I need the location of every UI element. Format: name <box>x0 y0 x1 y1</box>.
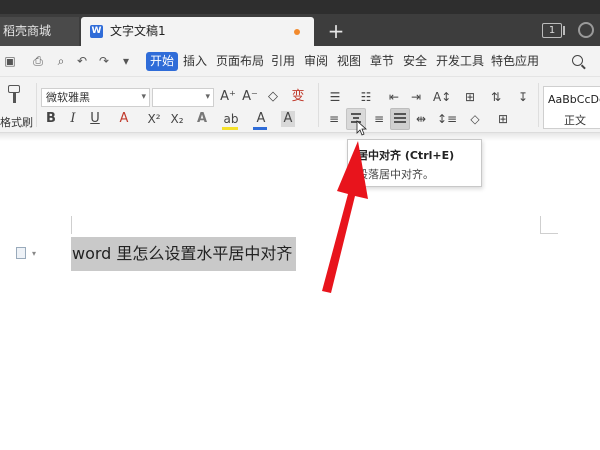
style-sample-text: AaBbCcDc <box>548 93 600 106</box>
document-selected-text[interactable]: word 里怎么设置水平居中对齐 <box>71 237 297 271</box>
justify-icon <box>394 113 406 124</box>
ribbon-shadow <box>0 133 600 141</box>
menu-insert[interactable]: 插入 <box>183 46 207 77</box>
menu-section[interactable]: 章节 <box>370 46 394 77</box>
style-name: 正文 <box>564 114 586 127</box>
character-shading-button[interactable]: A <box>281 111 295 127</box>
menu-home[interactable]: 开始 <box>146 52 178 71</box>
justify-button[interactable] <box>390 108 410 130</box>
group-divider <box>538 83 539 127</box>
menu-page-layout[interactable]: 页面布局 <box>216 46 264 77</box>
shading-icon[interactable]: ◇ <box>466 111 484 127</box>
text-direction-icon[interactable]: A↕ <box>433 89 451 105</box>
font-color-button[interactable]: A <box>254 111 268 127</box>
distributed-align-icon[interactable]: ⇹ <box>414 111 428 127</box>
increase-indent-icon[interactable]: ⇥ <box>409 89 423 105</box>
strikethrough-button[interactable]: A <box>117 111 131 127</box>
chevron-down-icon[interactable]: ▾ <box>32 249 36 258</box>
new-tab-button[interactable]: + <box>326 17 346 46</box>
undo-icon[interactable]: ↶ <box>75 54 89 68</box>
title-bar <box>0 0 600 14</box>
highlight-button[interactable]: ab <box>222 111 240 127</box>
customize-quick-access-icon[interactable]: ▾ <box>119 54 133 68</box>
line-spacing-icon[interactable]: ↕≡ <box>437 111 457 127</box>
style-normal[interactable]: AaBbCcDc 正文 <box>543 86 600 129</box>
group-divider <box>318 83 319 127</box>
tab-document[interactable]: W 文字文稿1 <box>81 17 314 46</box>
grow-font-button[interactable]: A⁺ <box>219 89 237 105</box>
superscript-button[interactable]: X² <box>145 111 163 127</box>
window-count-badge[interactable]: 1 <box>542 23 565 38</box>
align-right-icon[interactable]: ≡ <box>372 111 386 127</box>
chevron-down-icon: ▾ <box>141 92 146 102</box>
group-divider <box>36 83 37 127</box>
account-icon[interactable] <box>578 22 594 38</box>
writer-doc-icon: W <box>90 25 103 38</box>
tab-document-title: 文字文稿1 <box>110 24 166 38</box>
tooltip-title: 居中对齐 (Ctrl+E) <box>357 149 455 162</box>
search-icon <box>572 55 583 66</box>
chevron-down-icon: ▾ <box>205 92 210 102</box>
borders-icon[interactable]: ⊞ <box>494 111 512 127</box>
decrease-indent-icon[interactable]: ⇤ <box>387 89 401 105</box>
format-painter-label[interactable]: 格式刷 <box>0 114 33 130</box>
menu-view[interactable]: 视图 <box>337 46 361 77</box>
wps-writer-window: 稻壳商城 W 文字文稿1 + 1 ▣ ⎙ ⌕ ↶ ↷ ▾ 开始 插入 页面布局 … <box>0 0 600 450</box>
tab-docer-store[interactable]: 稻壳商城 <box>0 17 79 46</box>
subscript-button[interactable]: X₂ <box>168 111 186 127</box>
page-margin-mark <box>71 216 72 234</box>
shrink-font-button[interactable]: A⁻ <box>241 89 259 105</box>
clear-format-button[interactable]: ◇ <box>264 89 282 105</box>
redo-icon[interactable]: ↷ <box>97 54 111 68</box>
save-icon[interactable]: ▣ <box>3 54 17 68</box>
chinese-layout-icon[interactable]: ⊞ <box>463 89 477 105</box>
sort-icon[interactable]: ↧ <box>514 89 532 105</box>
print-preview-icon[interactable]: ⌕ <box>54 54 68 68</box>
menu-special-apps[interactable]: 特色应用 <box>491 46 539 77</box>
align-left-icon[interactable]: ≡ <box>327 111 341 127</box>
search-button[interactable] <box>572 46 585 77</box>
highlight-color-bar <box>222 127 238 130</box>
show-hide-marks-icon[interactable]: ⇅ <box>487 89 505 105</box>
menu-security[interactable]: 安全 <box>403 46 427 77</box>
align-center-tooltip: 居中对齐 (Ctrl+E) 段落居中对齐。 <box>347 139 482 187</box>
font-name-value: 微软雅黑 <box>46 91 90 104</box>
text-effect-button[interactable]: A <box>195 111 209 127</box>
italic-button[interactable]: I <box>66 111 80 127</box>
paragraph-layout-icon[interactable] <box>16 247 26 259</box>
font-name-select[interactable]: 微软雅黑 ▾ <box>41 88 150 107</box>
menu-references[interactable]: 引用 <box>271 46 295 77</box>
numbered-list-icon[interactable]: ☷ <box>357 89 375 105</box>
unsaved-dot-icon <box>294 29 300 35</box>
page-margin-mark <box>540 216 558 234</box>
tooltip-description: 段落居中对齐。 <box>357 168 434 181</box>
bold-button[interactable]: B <box>44 111 58 127</box>
ribbon-menu-bar: ▣ ⎙ ⌕ ↶ ↷ ▾ 开始 插入 页面布局 引用 审阅 视图 章节 安全 开发… <box>0 46 600 77</box>
align-center-button[interactable] <box>346 108 366 130</box>
ribbon-home-panel: 格式刷 微软雅黑 ▾ ▾ A⁺ A⁻ ◇ 变 B I U A X² X₂ A a… <box>0 77 600 133</box>
format-painter-icon[interactable] <box>4 85 22 105</box>
font-color-bar <box>253 127 267 130</box>
phonetic-guide-button[interactable]: 变 <box>289 89 307 105</box>
underline-button[interactable]: U <box>88 111 102 127</box>
tab-bar: 稻壳商城 W 文字文稿1 + 1 <box>0 0 600 46</box>
menu-developer[interactable]: 开发工具 <box>436 46 484 77</box>
font-size-select[interactable]: ▾ <box>152 88 214 107</box>
align-center-icon <box>350 113 362 124</box>
bullet-list-icon[interactable]: ☰ <box>326 89 344 105</box>
print-icon[interactable]: ⎙ <box>31 54 45 68</box>
menu-review[interactable]: 审阅 <box>304 46 328 77</box>
